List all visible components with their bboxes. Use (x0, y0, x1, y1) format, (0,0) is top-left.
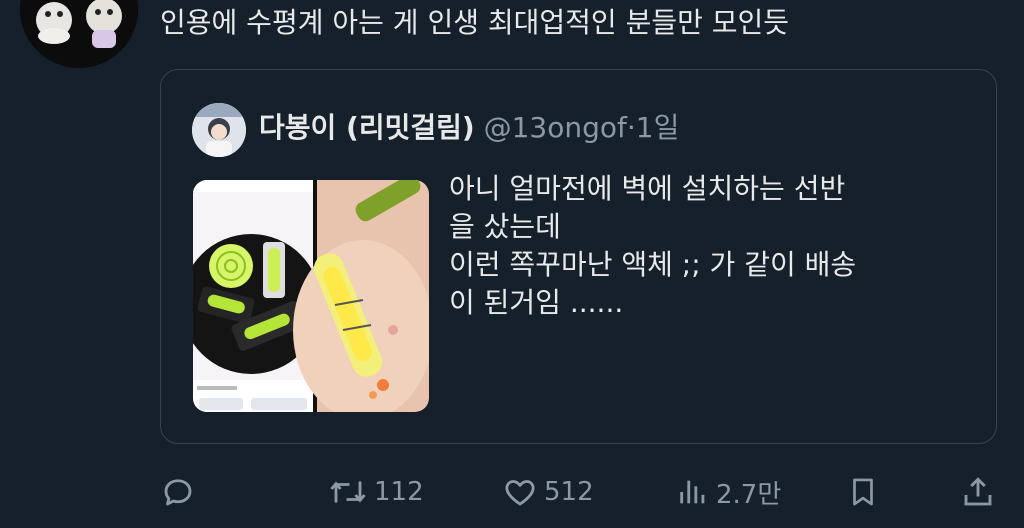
bookmark-icon (853, 478, 873, 506)
action-bar: 112 512 2.7만 (0, 468, 1024, 516)
quoted-text: 아니 얼마전에 벽에 설치하는 선반 을 샀는데 이런 쪽꾸마난 액체 ;; 가… (449, 170, 969, 322)
media-image (193, 180, 429, 412)
reply-button[interactable] (160, 468, 196, 516)
quoted-author-name[interactable]: 다봉이 (리밋걸림) (259, 111, 475, 144)
share-icon (964, 477, 992, 506)
author-avatar[interactable] (20, 0, 138, 68)
quoted-text-line: 이런 쪽꾸마난 액체 ;; 가 같이 배송 (449, 248, 857, 281)
quoted-header: 다봉이 (리밋걸림) @13ongof·1일 (259, 108, 679, 148)
quoted-text-line: 을 샀는데 (449, 210, 561, 243)
heart-icon (505, 480, 535, 506)
header-separator: · (626, 111, 636, 144)
quoted-text-line: 아니 얼마전에 벽에 설치하는 선반 (449, 172, 846, 205)
share-button[interactable] (960, 468, 996, 516)
tweet-text: 인용에 수평계 아는 게 인생 최대업적인 분들만 모인듯 (160, 6, 790, 39)
like-count: 512 (544, 477, 594, 507)
retweet-button[interactable]: 112 (328, 468, 424, 516)
retweet-icon (330, 481, 366, 503)
quoted-media[interactable] (193, 180, 429, 412)
quoted-avatar-image (192, 103, 246, 157)
bookmark-button[interactable] (846, 468, 880, 516)
quoted-author-avatar[interactable] (192, 103, 246, 157)
views-icon (680, 480, 705, 504)
avatar-image (20, 0, 138, 68)
views-button[interactable]: 2.7만 (676, 468, 781, 516)
quoted-author-handle[interactable]: @13ongof (484, 111, 627, 144)
quoted-tweet[interactable]: 다봉이 (리밋걸림) @13ongof·1일 아니 얼마전에 벽에 설치하는 선… (160, 69, 997, 444)
views-count: 2.7만 (716, 479, 782, 510)
quoted-timestamp[interactable]: 1일 (636, 111, 680, 144)
reply-icon (164, 479, 192, 506)
retweet-count: 112 (374, 477, 424, 507)
quoted-text-line: 이 된거임 ...... (449, 286, 624, 319)
like-button[interactable]: 512 (502, 468, 594, 516)
